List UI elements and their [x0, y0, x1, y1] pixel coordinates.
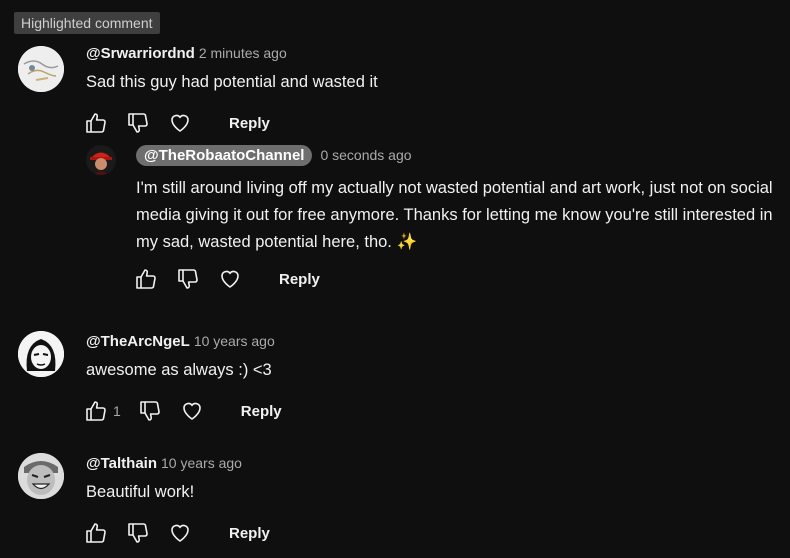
- avatar[interactable]: [86, 145, 116, 175]
- reply-button[interactable]: Reply: [241, 403, 282, 420]
- reply-button[interactable]: Reply: [229, 115, 270, 132]
- thumbs-up-icon[interactable]: [83, 399, 109, 423]
- thumbs-down-icon[interactable]: [125, 521, 151, 545]
- thumbs-down-icon[interactable]: [137, 399, 163, 423]
- heart-icon[interactable]: [179, 399, 205, 423]
- reply-button[interactable]: Reply: [279, 271, 320, 288]
- comment-text: Beautiful work!: [86, 483, 195, 501]
- avatar[interactable]: [18, 331, 64, 377]
- comment-text: Sad this guy had potential and wasted it: [86, 73, 378, 91]
- thumbs-down-icon[interactable]: [175, 267, 201, 291]
- comment-author[interactable]: @Talthain: [86, 455, 157, 472]
- avatar[interactable]: [18, 46, 64, 92]
- comment-author[interactable]: @Srwarriordnd: [86, 45, 195, 62]
- comment-text: I'm still around living off my actually …: [136, 179, 773, 251]
- comment-time[interactable]: 0 seconds ago: [320, 147, 411, 163]
- heart-icon[interactable]: [167, 111, 193, 135]
- thumbs-up-icon[interactable]: [133, 267, 159, 291]
- comment-author-owner[interactable]: @TheRobaatoChannel: [136, 145, 313, 166]
- reply-button[interactable]: Reply: [229, 525, 270, 542]
- thumbs-up-icon[interactable]: [83, 521, 109, 545]
- comment-time[interactable]: 2 minutes ago: [199, 45, 287, 61]
- highlighted-comment-badge: Highlighted comment: [14, 12, 160, 34]
- thumbs-down-icon[interactable]: [125, 111, 151, 135]
- comment-text: awesome as always :) <3: [86, 361, 272, 379]
- comment-time[interactable]: 10 years ago: [161, 455, 242, 471]
- like-count: 1: [113, 403, 121, 419]
- thumbs-up-icon[interactable]: [83, 111, 109, 135]
- heart-icon[interactable]: [217, 267, 243, 291]
- heart-icon[interactable]: [167, 521, 193, 545]
- comment-time[interactable]: 10 years ago: [194, 333, 275, 349]
- comment-author[interactable]: @TheArcNgeL: [86, 333, 190, 350]
- avatar[interactable]: [18, 453, 64, 499]
